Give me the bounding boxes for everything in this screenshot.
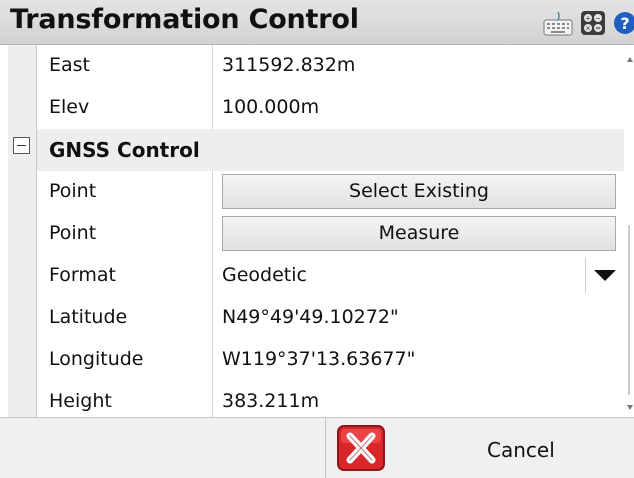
footer-empty-slot [0, 418, 326, 478]
close-icon [337, 425, 385, 471]
elev-value[interactable]: 100.000m [222, 96, 319, 118]
svg-text:=: = [595, 25, 601, 33]
row-format: Format Geodetic [37, 255, 624, 298]
row-label: East [49, 54, 90, 76]
chevron-down-icon[interactable] [585, 257, 622, 293]
scroll-thumb[interactable] [628, 225, 630, 395]
measure-button[interactable]: Measure [222, 216, 616, 251]
properties-grid: East 311592.832m Elev 100.000m GNSS Cont… [8, 45, 624, 417]
svg-text:?: ? [620, 14, 629, 33]
height-value[interactable]: 383.211m [222, 390, 319, 412]
row-label: Point [49, 222, 97, 244]
section-header-gnss-control[interactable]: GNSS Control [37, 129, 624, 172]
svg-text:+: + [585, 15, 591, 23]
svg-text:×: × [585, 25, 591, 33]
latitude-value[interactable]: N49°49'49.10272" [222, 306, 399, 328]
format-selected-value[interactable]: Geodetic [222, 264, 307, 286]
longitude-value[interactable]: W119°37'13.63677" [222, 348, 415, 370]
row-label: Point [49, 180, 97, 202]
footer-bar: Cancel [0, 417, 634, 478]
format-select[interactable]: Geodetic [213, 255, 624, 297]
row-point-select: Point Select Existing [37, 171, 624, 214]
row-label: Format [49, 264, 116, 286]
row-latitude: Latitude N49°49'49.10272" [37, 297, 624, 340]
row-label: Latitude [49, 306, 128, 328]
scroll-up-arrow-icon[interactable] [627, 57, 633, 62]
row-elev: Elev 100.000m [37, 87, 624, 130]
cancel-label: Cancel [487, 438, 555, 462]
row-label: Elev [49, 96, 90, 118]
help-icon[interactable]: ? [613, 10, 634, 36]
east-value[interactable]: 311592.832m [222, 54, 355, 76]
cancel-button[interactable]: Cancel [326, 418, 634, 478]
row-east: East 311592.832m [37, 45, 624, 88]
window-title: Transformation Control [10, 4, 359, 35]
vertical-scrollbar[interactable] [624, 45, 634, 417]
select-existing-button[interactable]: Select Existing [222, 174, 616, 209]
keyboard-icon[interactable] [543, 11, 573, 37]
row-longitude: Longitude W119°37'13.63677" [37, 339, 624, 382]
calculator-icon[interactable]: + − × = [580, 10, 606, 36]
collapse-toggle-icon[interactable] [13, 137, 30, 154]
row-label: Longitude [49, 348, 144, 370]
section-title: GNSS Control [49, 138, 200, 162]
grid-gutter [8, 45, 37, 417]
title-bar: Transformation Control + − × = ? [0, 0, 634, 45]
scroll-down-arrow-icon[interactable] [627, 405, 633, 410]
svg-text:−: − [595, 15, 601, 23]
row-label: Height [49, 390, 112, 412]
row-height: Height 383.211m [37, 381, 624, 417]
row-point-measure: Point Measure [37, 213, 624, 256]
